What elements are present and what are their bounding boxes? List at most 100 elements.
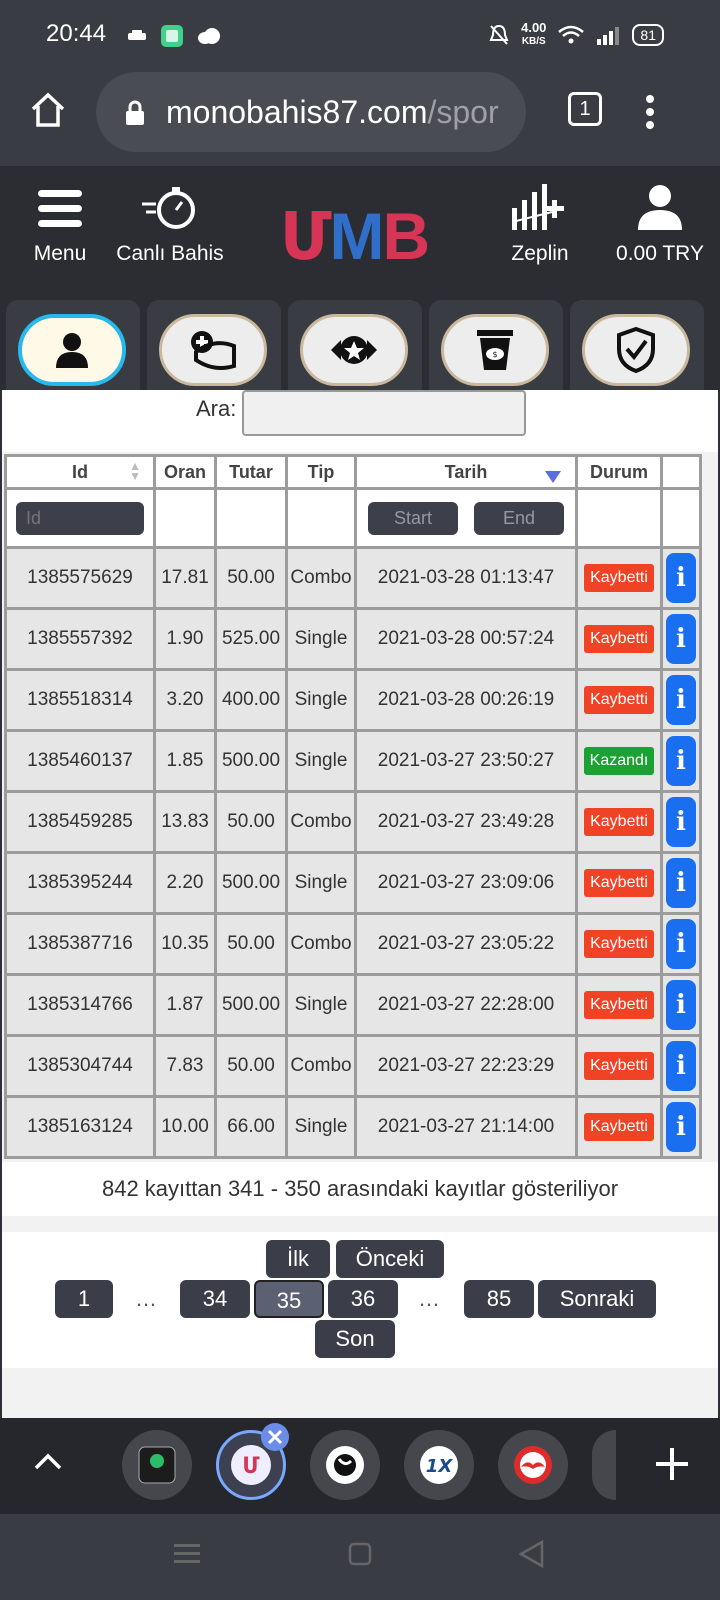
page-36-button[interactable]: 36: [328, 1280, 398, 1318]
page-35-button-current[interactable]: 35: [254, 1280, 324, 1318]
cell-oran: 1.85: [156, 732, 214, 790]
svg-text:Մ: Մ: [242, 1454, 260, 1479]
column-header-tip[interactable]: Tip: [288, 457, 354, 487]
header-oran-label: Oran: [163, 461, 206, 482]
more-options-icon[interactable]: [642, 94, 658, 130]
home-nav-icon[interactable]: [348, 1542, 372, 1566]
pagination-ellipsis: …: [135, 1286, 157, 1311]
table-row[interactable]: 1385575629 17.81 50.00 Combo 2021-03-28 01:1…: [7, 549, 699, 607]
end-date-filter[interactable]: End: [474, 501, 564, 535]
browser-toolbar: monobahis87.com/spor 1: [0, 70, 720, 166]
header-tarih-label: Tarih: [444, 461, 488, 482]
status-badge: Kaybetti: [584, 625, 654, 653]
status-badge: Kaybetti: [584, 991, 654, 1019]
cell-durum: Kaybetti: [578, 671, 660, 729]
site-logo[interactable]: ՄMB: [280, 198, 430, 275]
tab-bonus[interactable]: [288, 300, 422, 390]
info-button[interactable]: i: [666, 553, 696, 603]
tab-profile[interactable]: [6, 300, 140, 390]
column-header-tutar[interactable]: Tutar: [217, 457, 285, 487]
table-row[interactable]: 1385460137 1.85 500.00 Single 2021-03-27 23:…: [7, 732, 699, 790]
live-bet-button[interactable]: Canlı Bahis: [110, 166, 230, 286]
tab-thumb-1[interactable]: [122, 1430, 192, 1500]
tab-bet-history[interactable]: $: [429, 300, 563, 390]
info-button[interactable]: i: [666, 614, 696, 664]
account-button[interactable]: 0.00 TRY: [600, 166, 720, 286]
chevron-up-icon[interactable]: [34, 1452, 62, 1470]
svg-text:1X: 1X: [426, 1456, 454, 1477]
table-row[interactable]: 1385395244 2.20 500.00 Single 2021-03-27 23:…: [7, 854, 699, 912]
page-first-button[interactable]: İlk: [266, 1240, 330, 1278]
search-input[interactable]: [242, 390, 526, 436]
info-button[interactable]: i: [666, 797, 696, 847]
new-tab-plus-icon[interactable]: [656, 1448, 688, 1480]
tab-thumb-5[interactable]: [498, 1430, 568, 1500]
table-row[interactable]: 1385518314 3.20 400.00 Single 2021-03-28 00:…: [7, 671, 699, 729]
table-row[interactable]: 1385304744 7.83 50.00 Combo 2021-03-27 22:23…: [7, 1037, 699, 1095]
page-34-button[interactable]: 34: [180, 1280, 250, 1318]
cell-tarih: 2021-03-28 01:13:47: [357, 549, 575, 607]
account-tab-strip: $: [0, 286, 720, 390]
logo-part1: Մ: [280, 199, 331, 273]
table-row[interactable]: 1385163124 10.00 66.00 Single 2021-03-27 21:…: [7, 1098, 699, 1156]
records-summary: 842 kayıttan 341 - 350 arasındaki kayıtl…: [2, 1162, 718, 1216]
zeplin-button[interactable]: Zeplin: [490, 166, 590, 286]
id-filter-input[interactable]: [16, 501, 144, 535]
info-button[interactable]: i: [666, 1102, 696, 1152]
page-next-button[interactable]: Sonraki: [538, 1280, 656, 1318]
recents-icon[interactable]: [174, 1542, 200, 1566]
table-row[interactable]: 1385557392 1.90 525.00 Single 2021-03-28 00:…: [7, 610, 699, 668]
menu-button[interactable]: Menu: [10, 166, 110, 286]
system-nav-bar: [0, 1514, 720, 1600]
table-body: Start End 138557562917.8150.00Combo2021-0…: [7, 490, 699, 1156]
money-add-icon: [191, 331, 236, 370]
tab-security[interactable]: [570, 300, 704, 390]
close-tab-icon[interactable]: [260, 1422, 290, 1452]
page-1-button[interactable]: 1: [55, 1280, 113, 1318]
page-last-button[interactable]: Son: [315, 1320, 395, 1358]
cell-info: i: [663, 671, 699, 729]
tab-thumb-4[interactable]: 1X: [404, 1430, 474, 1500]
table-row[interactable]: 1385459285 13.83 50.00 Combo 2021-03-27 23:4…: [7, 793, 699, 851]
cell-tarih: 2021-03-27 22:28:00: [357, 976, 575, 1034]
table-row[interactable]: 1385314766 1.87 500.00 Single 2021-03-27 22:…: [7, 976, 699, 1034]
cell-oran: 3.20: [156, 671, 214, 729]
info-button[interactable]: i: [666, 1041, 696, 1091]
search-row: Ara:: [2, 390, 718, 452]
info-button[interactable]: i: [666, 675, 696, 725]
status-badge: Kazandı: [583, 747, 655, 775]
info-button[interactable]: i: [666, 858, 696, 908]
info-button[interactable]: i: [666, 919, 696, 969]
cell-id: 1385304744: [7, 1037, 153, 1095]
mute-bell-icon: [489, 24, 509, 45]
info-button[interactable]: i: [666, 980, 696, 1030]
site-header: Menu Canlı Bahis ՄMB Zeplin 0.00 TRY: [0, 166, 720, 286]
page-prev-button[interactable]: Önceki: [336, 1240, 444, 1278]
table-row[interactable]: 1385387716 10.35 50.00 Combo 2021-03-27 23:0…: [7, 915, 699, 973]
tab-thumb-3[interactable]: [310, 1430, 380, 1500]
url-bar[interactable]: monobahis87.com/spor: [96, 72, 526, 152]
page-85-button[interactable]: 85: [464, 1280, 534, 1318]
cell-durum: Kazandı: [578, 732, 660, 790]
info-button[interactable]: i: [666, 736, 696, 786]
back-icon[interactable]: [518, 1540, 544, 1568]
tab-thumb-6-partial[interactable]: [592, 1430, 616, 1500]
column-header-durum[interactable]: Durum: [578, 457, 660, 487]
start-date-filter[interactable]: Start: [368, 501, 458, 535]
cell-durum: Kaybetti: [578, 915, 660, 973]
logo-part3: B: [382, 199, 430, 273]
cell-tarih: 2021-03-27 23:09:06: [357, 854, 575, 912]
status-badge: Kaybetti: [584, 564, 654, 592]
status-badge: Kaybetti: [584, 1052, 654, 1080]
cell-id: 1385163124: [7, 1098, 153, 1156]
tab-deposit[interactable]: [147, 300, 281, 390]
tab-switcher-button[interactable]: 1: [568, 92, 602, 126]
column-header-id[interactable]: Id ▲ ▼: [7, 457, 153, 487]
cell-tip: Single: [288, 610, 354, 668]
cell-tutar: 500.00: [217, 854, 285, 912]
cloud-icon: [198, 28, 220, 44]
home-icon[interactable]: [30, 92, 66, 128]
header-durum-label: Durum: [590, 461, 648, 482]
column-header-tarih[interactable]: Tarih: [357, 457, 575, 487]
column-header-oran[interactable]: Oran: [156, 457, 214, 487]
